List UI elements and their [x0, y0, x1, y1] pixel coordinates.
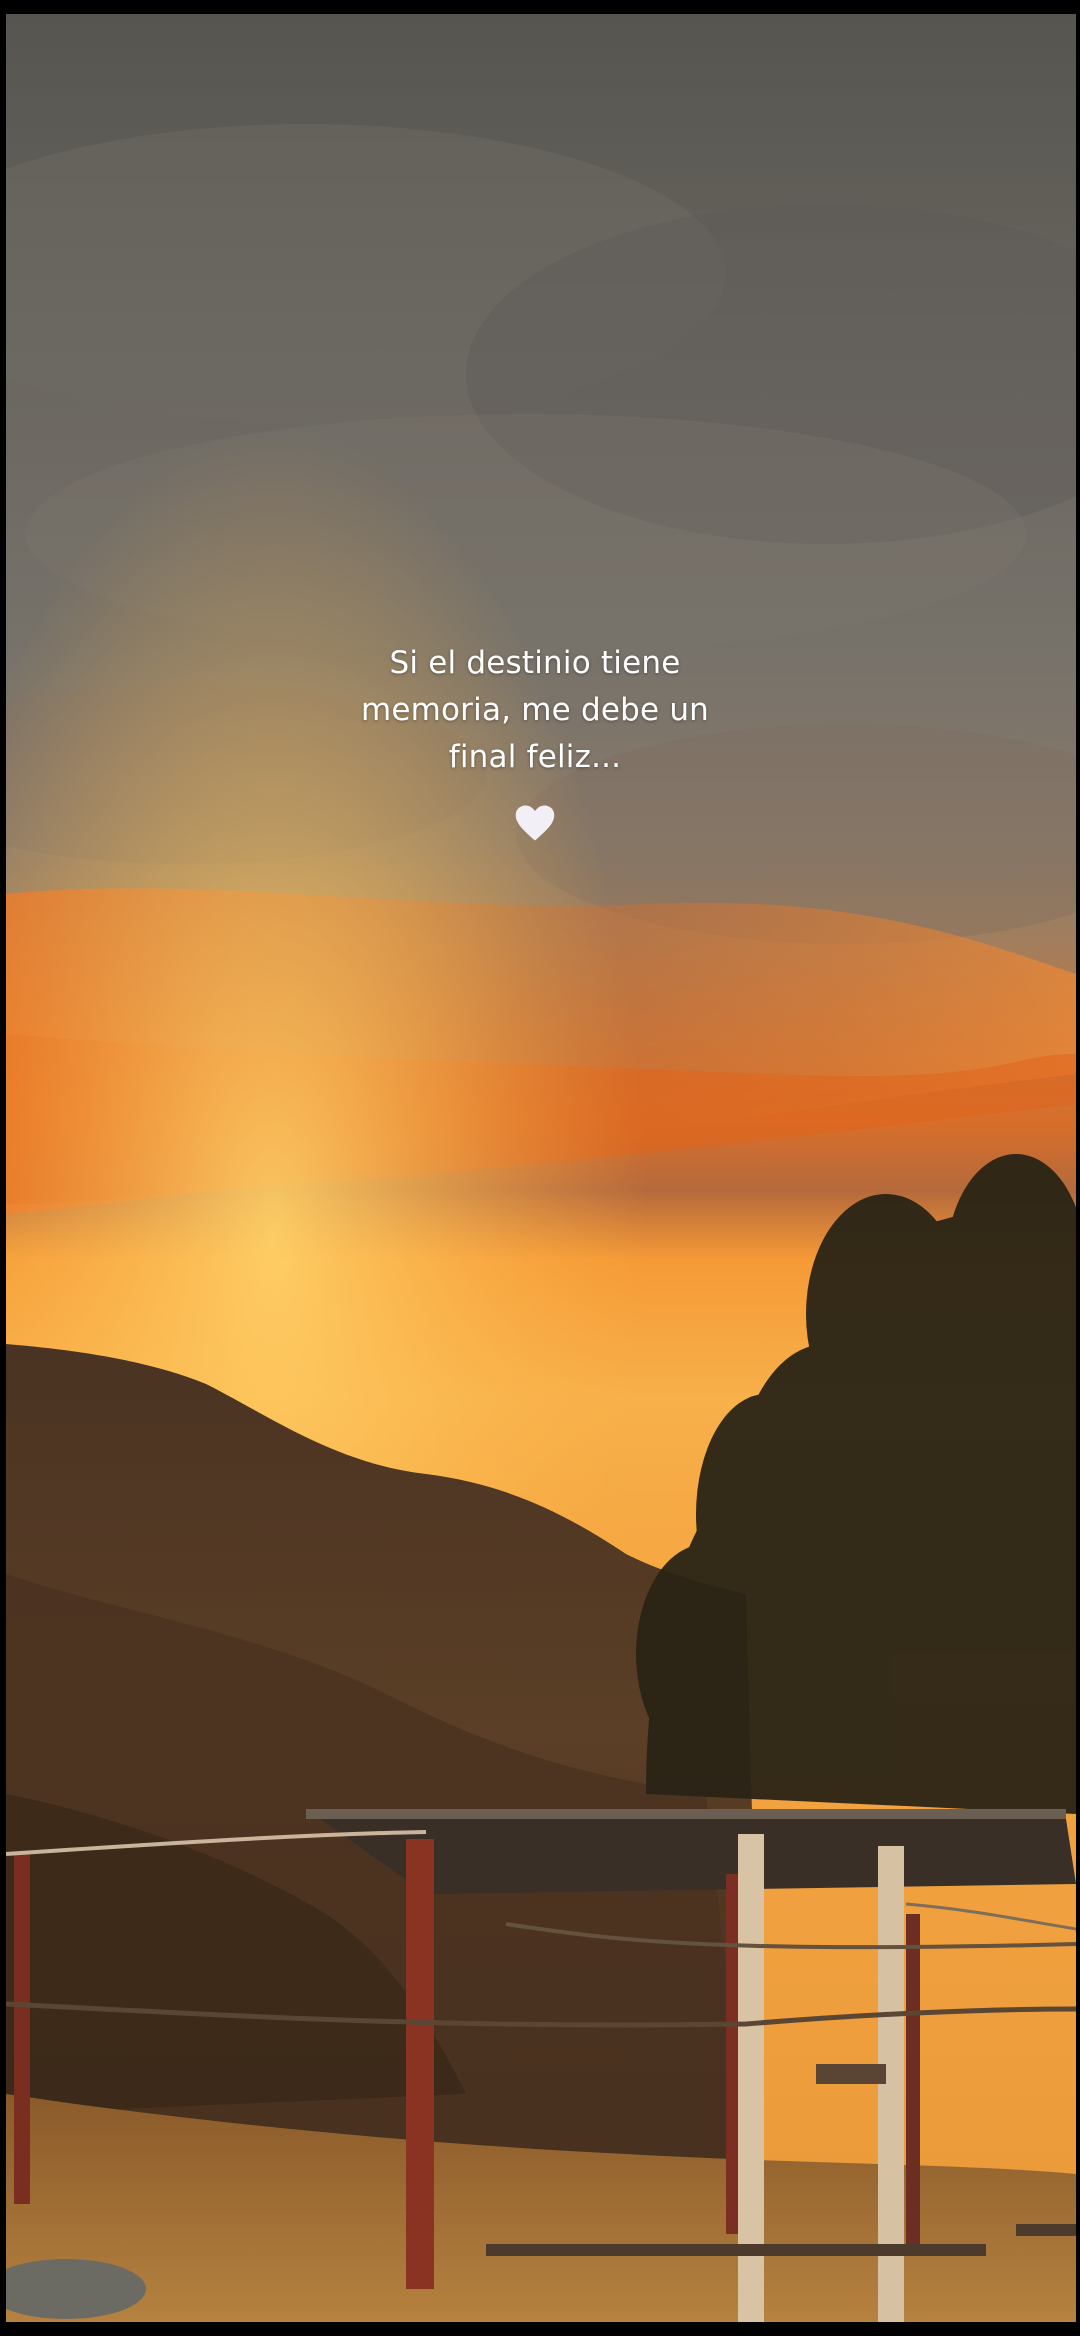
sunset-photo: [6, 14, 1076, 2322]
caption-text: Si el destinio tiene memoria, me debe un…: [360, 645, 710, 775]
white-heart-icon: [515, 805, 555, 841]
story-caption: Si el destinio tiene memoria, me debe un…: [0, 640, 1070, 843]
story-frame: Si el destinio tiene memoria, me debe un…: [0, 0, 1080, 2336]
sunset-landscape-image: [6, 14, 1076, 2322]
